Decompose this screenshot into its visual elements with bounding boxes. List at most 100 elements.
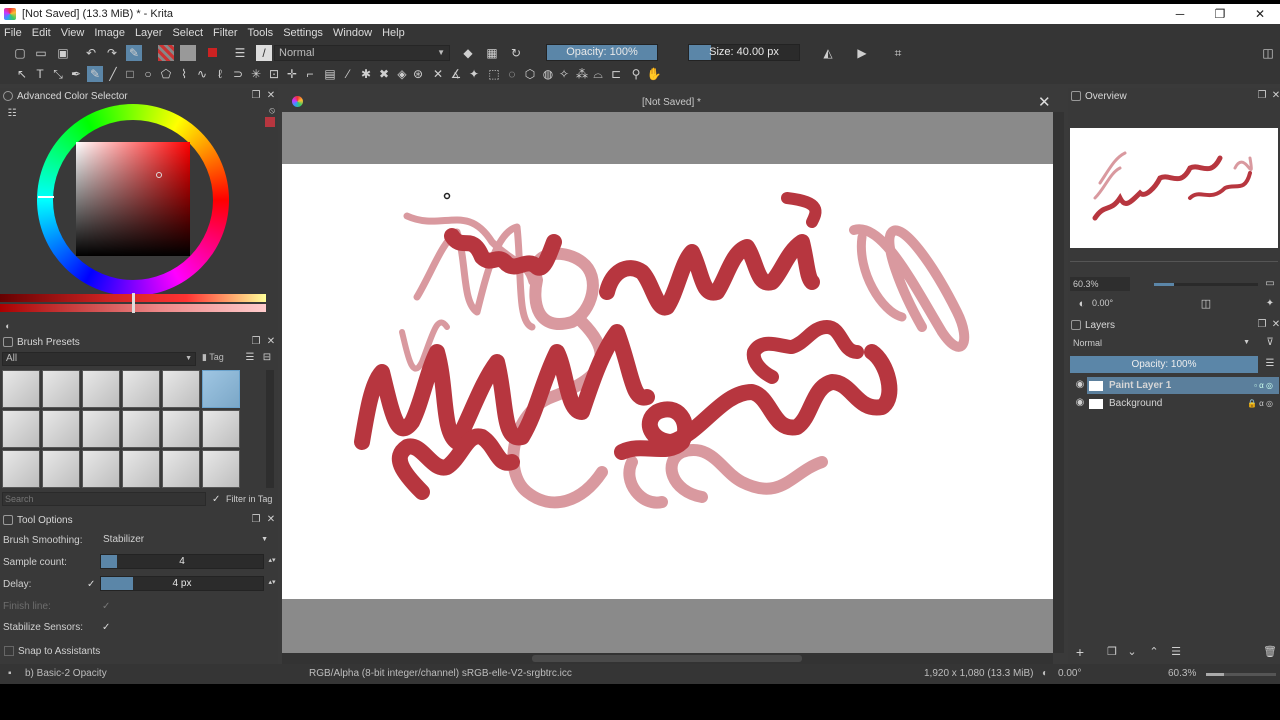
menu-image[interactable]: Image [94,27,125,39]
line-tool-icon[interactable]: ╱ [105,66,121,82]
view-mode-icon[interactable]: ☰ [242,350,258,366]
move-tool-icon[interactable]: ✛ [284,66,300,82]
brush-smoothing-select[interactable]: Stabilizer ▼ [100,532,272,548]
color-swap-icon[interactable] [204,45,220,61]
calligraphy-tool-icon[interactable]: ✒ [68,66,84,82]
brush-preset-1[interactable] [2,370,40,408]
stepper-icon[interactable]: ▴▾ [264,553,280,569]
pin-icon[interactable]: ✦ [1262,296,1278,312]
mirror-vertical-icon[interactable]: ▶ [854,45,870,61]
menu-view[interactable]: View [61,27,85,39]
layer-lock-icon[interactable]: 🔒 α ◎ [1247,399,1273,408]
overview-thumbnail[interactable] [1070,128,1278,248]
transform-tool-icon[interactable]: ⊡ [266,66,282,82]
brush-preset-6[interactable] [202,370,240,408]
bezier-select-tool-icon[interactable]: ⌓ [590,66,606,82]
move-layer-down-icon[interactable]: ⌄ [1124,644,1140,660]
menu-tools[interactable]: Tools [248,27,274,39]
color-settings-icon[interactable]: ☷ [4,106,20,122]
snap-checkbox[interactable] [4,646,14,656]
rotate-icon[interactable]: ◐ [1074,296,1090,312]
filter-in-tag-checkbox[interactable]: ✓ [212,494,223,505]
brush-preset-8[interactable] [42,410,80,448]
open-document-icon[interactable]: ▭ [33,45,49,61]
eye-icon[interactable]: ◉ [1072,395,1088,411]
reload-preset-icon[interactable]: ↻ [508,45,524,61]
menu-file[interactable]: File [4,27,22,39]
freehand-path-tool-icon[interactable]: ℓ [212,66,228,82]
layer-flags-icon[interactable]: ▫ α ◎ [1254,381,1273,390]
status-rotation[interactable]: 0.00° [1058,668,1081,679]
size-slider[interactable]: Size: 40.00 px [688,44,800,61]
magnetic-select-tool-icon[interactable]: ⊏ [608,66,624,82]
restore-button[interactable]: ❐ [1200,4,1240,24]
layer-row[interactable]: Paint Layer 1 ▫ α ◎ [1087,377,1279,394]
minimize-button[interactable]: ─ [1160,4,1200,24]
layer-opacity-slider[interactable]: Opacity: 100% [1070,356,1258,373]
menu-layer[interactable]: Layer [135,27,163,39]
finish-line-checkbox[interactable]: ✓ [102,601,113,612]
polygon-select-tool-icon[interactable]: ⬡ [522,66,538,82]
dynamic-brush-tool-icon[interactable]: ⊃ [230,66,246,82]
smart-patch-tool-icon[interactable]: ✖ [376,66,392,82]
close-document-icon[interactable]: ✕ [1038,93,1051,111]
gradient-icon[interactable] [158,45,174,61]
float-tool-options-icon[interactable]: ❐ [248,512,264,528]
workspace-icon[interactable]: ◫ [1260,45,1276,61]
save-document-icon[interactable]: ▣ [55,45,71,61]
layer-properties-icon[interactable]: ☰ [1168,644,1184,660]
layer-filter-icon[interactable]: ⊽ [1262,335,1278,351]
status-zoom[interactable]: 60.3% [1168,668,1196,679]
move-layer-up-icon[interactable]: ⌃ [1146,644,1162,660]
overview-zoom-slider[interactable] [1154,283,1258,286]
brush-preset-icon[interactable]: / [256,45,272,61]
polyline-tool-icon[interactable]: ⌇ [176,66,192,82]
layer-blend-select[interactable]: Normal ▼ [1070,336,1254,350]
layer-menu-icon[interactable]: ☰ [1262,356,1278,372]
sample-count-slider[interactable]: 4 [100,554,264,569]
delete-layer-icon[interactable]: 🗑 [1262,644,1278,660]
brush-preset-7[interactable] [2,410,40,448]
close-window-button[interactable]: ✕ [1240,4,1280,24]
blend-mode-select[interactable]: Normal ▼ [274,45,450,61]
measure-tool-icon[interactable]: ∡ [448,66,464,82]
polygon-tool-icon[interactable]: ⬠ [158,66,174,82]
edit-shapes-tool-icon[interactable]: ⤡ [50,66,66,82]
layer-row[interactable]: Background 🔒 α ◎ [1087,395,1279,412]
eraser-icon[interactable]: ◆ [460,45,476,61]
close-overview-icon[interactable]: ✕ [1268,88,1280,104]
fill-tool-icon[interactable]: ◈ [394,66,410,82]
brush-preset-15[interactable] [82,450,120,488]
brush-preset-18[interactable] [202,450,240,488]
settings-list-icon[interactable]: ☰ [232,45,248,61]
freehand-brush-tool-icon[interactable]: ✎ [87,66,103,82]
assistant-tool-icon[interactable]: ✕ [430,66,446,82]
multibrush-tool-icon[interactable]: ✳ [248,66,264,82]
presets-scrollbar[interactable] [266,370,274,488]
brush-preset-9[interactable] [82,410,120,448]
delay-slider[interactable]: 4 px [100,576,264,591]
overview-rotation-value[interactable]: 0.00° [1092,298,1140,311]
crop-tool-icon[interactable]: ⌐ [302,66,318,82]
brush-preset-4[interactable] [122,370,160,408]
reference-tool-icon[interactable]: ✦ [466,66,482,82]
alpha-lock-icon[interactable]: ▦ [484,45,500,61]
mirror-horizontal-icon[interactable]: ◭ [820,45,836,61]
pan-tool-icon[interactable]: ✋ [646,66,662,82]
brush-preset-14[interactable] [42,450,80,488]
brush-preset-3[interactable] [82,370,120,408]
vertical-scrollbar[interactable] [1053,112,1064,653]
float-presets-icon[interactable]: ❐ [248,334,264,350]
float-panel-icon[interactable]: ❐ [248,88,264,104]
eye-icon[interactable]: ◉ [1072,377,1088,393]
menu-help[interactable]: Help [382,27,405,39]
preset-options-icon[interactable]: ⊟ [259,350,275,366]
brush-preset-13[interactable] [2,450,40,488]
duplicate-layer-icon[interactable]: ❐ [1104,644,1120,660]
enclose-fill-tool-icon[interactable]: ⊛ [410,66,426,82]
horizontal-scrollbar[interactable] [282,653,1053,664]
status-zoom-slider[interactable] [1206,673,1276,676]
reset-color-icon[interactable]: ⦸ [264,102,280,118]
brush-preset-2[interactable] [42,370,80,408]
delay-checkbox[interactable]: ✓ [87,579,98,590]
